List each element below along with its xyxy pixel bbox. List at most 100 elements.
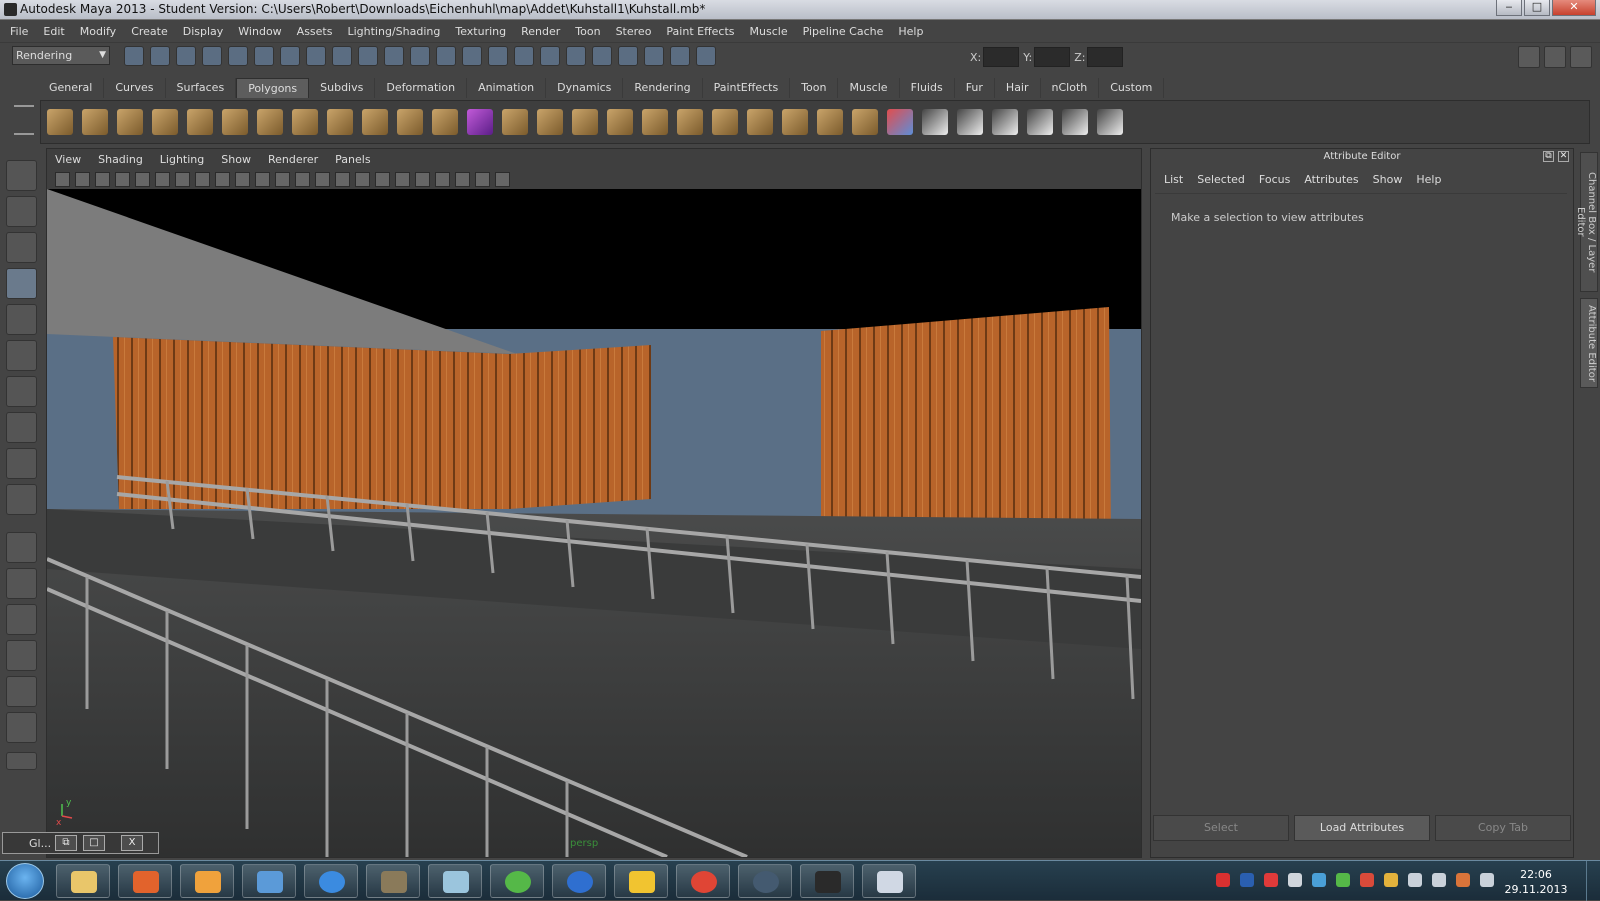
tab-toon[interactable]: Toon bbox=[790, 78, 839, 98]
taskbar-atom-app[interactable] bbox=[614, 864, 668, 898]
menu-assets[interactable]: Assets bbox=[297, 25, 333, 38]
tab-fur[interactable]: Fur bbox=[954, 78, 995, 98]
menu-stereo[interactable]: Stereo bbox=[616, 25, 652, 38]
combine-icon[interactable] bbox=[397, 109, 423, 135]
resolution-gate-icon[interactable] bbox=[195, 171, 210, 187]
render-frame-icon[interactable] bbox=[488, 46, 508, 66]
save-scene-icon[interactable] bbox=[176, 46, 196, 66]
menu-help[interactable]: Help bbox=[898, 25, 923, 38]
gate-mask-icon[interactable] bbox=[215, 171, 230, 187]
load-attributes-button[interactable]: Load Attributes bbox=[1294, 815, 1430, 841]
open-scene-icon[interactable] bbox=[150, 46, 170, 66]
help-icon[interactable] bbox=[410, 46, 430, 66]
tab-channel-box[interactable]: Channel Box / Layer Editor bbox=[1575, 152, 1598, 292]
render-settings-icon[interactable] bbox=[540, 46, 560, 66]
perspective-viewport[interactable] bbox=[47, 189, 1141, 857]
tray-flag-icon[interactable] bbox=[1360, 873, 1374, 887]
x-field[interactable] bbox=[983, 47, 1020, 67]
close-button[interactable]: ✕ bbox=[1552, 0, 1596, 16]
smooth-icon[interactable] bbox=[432, 109, 458, 135]
last-tool-icon[interactable] bbox=[6, 484, 37, 515]
gl-close-button[interactable]: X bbox=[121, 835, 143, 851]
snap-curve-icon[interactable] bbox=[306, 46, 326, 66]
menu-set-dropdown[interactable]: Rendering ▼ bbox=[12, 46, 110, 65]
menu-edit[interactable]: Edit bbox=[43, 25, 64, 38]
uv-texture-editor-icon[interactable] bbox=[1062, 109, 1088, 135]
tool-settings-toggle-icon[interactable] bbox=[1544, 46, 1566, 68]
grid-icon[interactable] bbox=[155, 171, 170, 187]
poly-cube-icon[interactable] bbox=[82, 109, 108, 135]
taskbar-paint[interactable] bbox=[242, 864, 296, 898]
hypershade-icon[interactable] bbox=[566, 46, 586, 66]
automatic-mapping-icon[interactable] bbox=[1027, 109, 1053, 135]
minimized-gl-window[interactable]: Gl... ⧉ □ X bbox=[2, 832, 159, 854]
safe-action-icon[interactable] bbox=[255, 171, 270, 187]
snap-grid-icon[interactable] bbox=[280, 46, 300, 66]
attribute-editor-toggle-icon[interactable] bbox=[1518, 46, 1540, 68]
taskbar-notes[interactable] bbox=[428, 864, 482, 898]
ae-menu-attributes[interactable]: Attributes bbox=[1304, 173, 1358, 186]
show-desktop-button[interactable] bbox=[1586, 861, 1600, 901]
tray-chat-icon[interactable] bbox=[1264, 873, 1278, 887]
taskbar-steam[interactable] bbox=[738, 864, 792, 898]
ae-menu-list[interactable]: List bbox=[1164, 173, 1183, 186]
menu-display[interactable]: Display bbox=[183, 25, 224, 38]
use-all-lights-icon[interactable] bbox=[375, 171, 390, 187]
panel-menu-shading[interactable]: Shading bbox=[98, 153, 143, 166]
universal-manipulator-icon[interactable] bbox=[6, 376, 37, 407]
poly-cylinder-icon[interactable] bbox=[117, 109, 143, 135]
menu-create[interactable]: Create bbox=[131, 25, 168, 38]
panel-menu-show[interactable]: Show bbox=[221, 153, 251, 166]
shelf-handle-icon[interactable] bbox=[14, 105, 34, 135]
show-manipulator-icon[interactable] bbox=[6, 448, 37, 479]
taskbar-maya[interactable] bbox=[800, 864, 854, 898]
taskbar-spotify[interactable] bbox=[490, 864, 544, 898]
offset-edge-loop-icon[interactable] bbox=[677, 109, 703, 135]
select-by-object-icon[interactable] bbox=[228, 46, 248, 66]
layout-expand-icon[interactable] bbox=[6, 752, 37, 770]
poke-face-icon[interactable] bbox=[852, 109, 878, 135]
taskbar-google-earth[interactable] bbox=[552, 864, 606, 898]
select-tool-icon[interactable] bbox=[670, 46, 690, 66]
tab-fluids[interactable]: Fluids bbox=[899, 78, 955, 98]
menu-texturing[interactable]: Texturing bbox=[455, 25, 506, 38]
taskbar-chrome[interactable] bbox=[676, 864, 730, 898]
history-icon[interactable] bbox=[462, 46, 482, 66]
single-perspective-layout-icon[interactable] bbox=[6, 532, 37, 563]
poly-torus-icon[interactable] bbox=[222, 109, 248, 135]
subdiv-proxy-icon[interactable] bbox=[467, 109, 493, 135]
taskbar-office[interactable] bbox=[118, 864, 172, 898]
tab-surfaces[interactable]: Surfaces bbox=[165, 78, 237, 98]
wireframe-on-shaded-icon[interactable] bbox=[335, 171, 350, 187]
poly-pyramid-icon[interactable] bbox=[257, 109, 283, 135]
spherical-mapping-icon[interactable] bbox=[992, 109, 1018, 135]
tab-dynamics[interactable]: Dynamics bbox=[546, 78, 624, 98]
tray-blue-icon[interactable] bbox=[1240, 873, 1254, 887]
separate-icon[interactable] bbox=[362, 109, 388, 135]
tab-hair[interactable]: Hair bbox=[994, 78, 1041, 98]
tray-red-icon[interactable] bbox=[1216, 873, 1230, 887]
four-view-layout-icon[interactable] bbox=[6, 568, 37, 599]
bevel-icon[interactable] bbox=[747, 109, 773, 135]
panel-menu-renderer[interactable]: Renderer bbox=[268, 153, 318, 166]
minimize-button[interactable]: ‒ bbox=[1496, 0, 1522, 16]
planar-mapping-icon[interactable] bbox=[922, 109, 948, 135]
extrude-icon[interactable] bbox=[502, 109, 528, 135]
wireframe-icon[interactable] bbox=[295, 171, 310, 187]
tab-painteffects[interactable]: PaintEffects bbox=[702, 78, 791, 98]
ae-menu-help[interactable]: Help bbox=[1416, 173, 1441, 186]
lock-icon[interactable] bbox=[436, 46, 456, 66]
taskbar-snipping-tool[interactable] bbox=[862, 864, 916, 898]
ae-menu-focus[interactable]: Focus bbox=[1259, 173, 1290, 186]
volume-icon[interactable] bbox=[1408, 873, 1422, 887]
panel-menu-lighting[interactable]: Lighting bbox=[160, 153, 204, 166]
menu-muscle[interactable]: Muscle bbox=[750, 25, 788, 38]
append-polygon-icon[interactable] bbox=[572, 109, 598, 135]
cylindrical-mapping-icon[interactable] bbox=[957, 109, 983, 135]
select-tool-icon[interactable] bbox=[6, 160, 37, 191]
camera-attributes-icon[interactable] bbox=[75, 171, 90, 187]
copy-tab-button[interactable]: Copy Tab bbox=[1435, 815, 1571, 841]
tray-update-icon[interactable] bbox=[1384, 873, 1398, 887]
poly-plane-icon[interactable] bbox=[187, 109, 213, 135]
fill-hole-icon[interactable] bbox=[782, 109, 808, 135]
